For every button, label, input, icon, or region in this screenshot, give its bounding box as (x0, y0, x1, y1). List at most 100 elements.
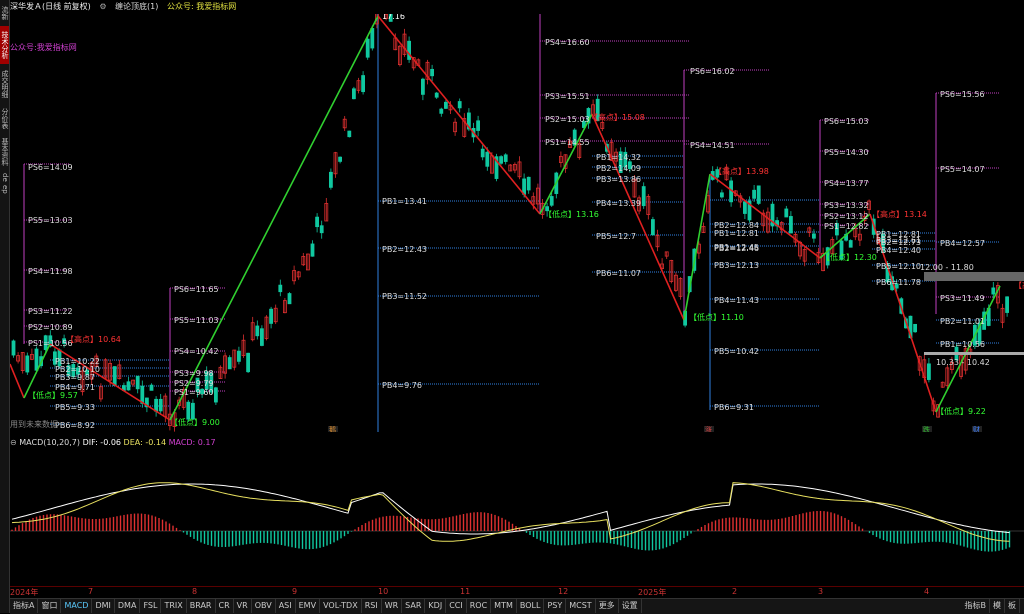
date-tick: 10 (378, 587, 389, 596)
level-label: 【低点】12.30 (822, 252, 877, 262)
indicator-tab-更多[interactable]: 更多 (596, 599, 619, 613)
date-tick: 12 (558, 587, 569, 596)
indicator-tab-fsl[interactable]: FSL (140, 599, 162, 613)
event-badges: 鹅涨跌财 (328, 425, 982, 432)
indicator-tab-dma[interactable]: DMA (115, 599, 141, 613)
macd-title[interactable]: MACD(10,20,7) (19, 438, 80, 447)
price-band-upper (924, 272, 1024, 281)
level-label: PS5=14.07 (940, 165, 985, 174)
event-badge[interactable]: 涨 (705, 425, 712, 432)
date-tick: 3 (818, 587, 824, 596)
main-kline-chart[interactable]: 17.16 PS4=16.60 PS6=16.02 PS3=15.51 PS2=15.0… (10, 14, 1024, 432)
level-label: PS6=14.09 (28, 163, 73, 172)
macd-value: MACD: 0.17 (168, 438, 216, 447)
indicator-tab-boll[interactable]: BOLL (517, 599, 545, 613)
indicator-tab-roc[interactable]: ROC (467, 599, 492, 613)
level-label: PB1=10.56 (940, 340, 985, 349)
indicator-tab-sar[interactable]: SAR (402, 599, 426, 613)
level-label: PS4=14.51 (690, 141, 735, 150)
rail-tab-trades[interactable]: 成交明细 (0, 66, 9, 102)
indicator-tab-emv[interactable]: EMV (296, 599, 321, 613)
indicator-tab-trix[interactable]: TRIX (161, 599, 187, 613)
indicator-tab-mtm[interactable]: MTM (491, 599, 517, 613)
indicator-tab-wr[interactable]: WR (382, 599, 403, 613)
date-tick: 8 (192, 587, 198, 596)
dif-line (11, 483, 1010, 535)
indicator-tab-设置[interactable]: 设置 (619, 599, 642, 613)
indicator-right-tab[interactable]: 模 (990, 599, 1005, 613)
indicator-tab-cci[interactable]: CCI (446, 599, 467, 613)
date-tick: 2 (732, 587, 738, 596)
date-tick: 7 (88, 587, 94, 596)
indicator-tab-kdj[interactable]: KDJ (425, 599, 447, 613)
level-label: 10.33 - 10.42 (936, 358, 990, 367)
rail-tab-6[interactable]: ep (0, 184, 9, 194)
tabbar-right: 指标B 模板 (962, 599, 1020, 613)
rail-tab-0[interactable]: 流新 (0, 2, 9, 24)
indicator-gear-icon[interactable]: ⚙ (99, 2, 106, 11)
level-label: 【高 (1014, 280, 1024, 290)
indicator-right-tab[interactable]: 指标B (962, 599, 990, 613)
indicator-tab-asi[interactable]: ASI (276, 599, 296, 613)
level-label: PS4=11.98 (28, 267, 73, 276)
level-label: PB2=11.01 (940, 317, 985, 326)
level-label: PB2=12.46 (714, 244, 759, 253)
level-label: PS3=9.98 (174, 369, 214, 378)
date-tick: 11 (460, 587, 471, 596)
level-label: PS6=15.03 (824, 117, 869, 126)
level-label: PB2=12.43 (382, 245, 427, 254)
level-label: PB4=11.43 (714, 296, 759, 305)
level-label: PB4=12.40 (876, 246, 921, 255)
macd-chart[interactable] (10, 449, 1024, 584)
macd-dea: DEA: -0.14 (123, 438, 167, 447)
level-label: PS2=9.79 (174, 379, 214, 388)
level-label: PB3=9.87 (55, 373, 95, 382)
date-axis: 2024年 7 8 9 10 11 12 2025年 2 3 4 (10, 586, 1024, 598)
indicator-tab-cr[interactable]: CR (216, 599, 234, 613)
level-label: PS5=13.03 (28, 216, 73, 225)
chart-note: 公众号:我爱指标网 (10, 42, 77, 52)
event-badge[interactable]: 财 (973, 425, 980, 432)
indicator-tabbar: 指标A 窗口 MACD DMI DMA FSL TRIX BRAR CR VR OBV ASI EMV V… (10, 598, 1024, 614)
rail-tab-technical[interactable]: 技术分析 (0, 26, 9, 64)
date-tick: 2024年 (10, 588, 39, 597)
indicator-tab-brar[interactable]: BRAR (187, 599, 216, 613)
level-label: PS6=11.65 (174, 285, 219, 294)
level-label: PS1=9.60 (174, 388, 214, 397)
indicator-tab-指标a[interactable]: 指标A (10, 599, 39, 613)
level-label: PS4=13.77 (824, 179, 869, 188)
left-rail: 流新 技术分析 成交明细 分价表 基本资料 de ep (0, 0, 10, 613)
indicator-tab-rsi[interactable]: RSI (362, 599, 382, 613)
event-badge[interactable]: 跌 (923, 425, 930, 432)
indicator-right-tab[interactable]: 板 (1005, 599, 1020, 613)
rail-tab-price-table[interactable]: 分价表 (0, 104, 9, 132)
indicator-tab-窗口[interactable]: 窗口 (38, 599, 62, 613)
event-badge[interactable]: 鹅 (329, 425, 336, 432)
level-label: PB3=13.86 (596, 175, 641, 184)
level-label: PB4=13.39 (596, 199, 641, 208)
level-label: 【低点】13.16 (544, 209, 599, 219)
rail-tab-5[interactable]: de (0, 172, 9, 182)
rail-tab-profile[interactable]: 基本资料 (0, 134, 9, 170)
macd-legend: ⊖ MACD(10,20,7) DIF: -0.06 DEA: -0.14 MA… (10, 437, 216, 449)
macd-collapse-icon[interactable]: ⊖ (10, 438, 17, 447)
date-tick: 2025年 (638, 588, 667, 597)
level-label: 12.00 - 11.80 (920, 263, 974, 272)
level-label: PB5=12.7 (596, 232, 636, 241)
level-label: PS5=11.03 (174, 316, 219, 325)
indicator-tab-vr[interactable]: VR (234, 599, 252, 613)
indicator-name[interactable]: 缠论顶底(1) (115, 2, 158, 11)
level-label: PS4=10.42 (174, 347, 219, 356)
indicator-tab-dmi[interactable]: DMI (92, 599, 115, 613)
level-label: PS1=12.82 (824, 222, 869, 231)
indicator-tab-vol-tdx[interactable]: VOL-TDX (320, 599, 362, 613)
indicator-tab-mcst[interactable]: MCST (566, 599, 596, 613)
indicator-tab-psy[interactable]: PSY (544, 599, 567, 613)
indicator-tab-obv[interactable]: OBV (252, 599, 276, 613)
level-label: PB6=11.78 (876, 278, 921, 287)
level-label: PB4=12.57 (940, 239, 985, 248)
level-label: PB2=14.09 (596, 164, 641, 173)
price-band-lower (924, 352, 1024, 355)
indicator-tab-macd[interactable]: MACD (61, 599, 93, 613)
level-label: PS2=13.12 (824, 212, 869, 221)
